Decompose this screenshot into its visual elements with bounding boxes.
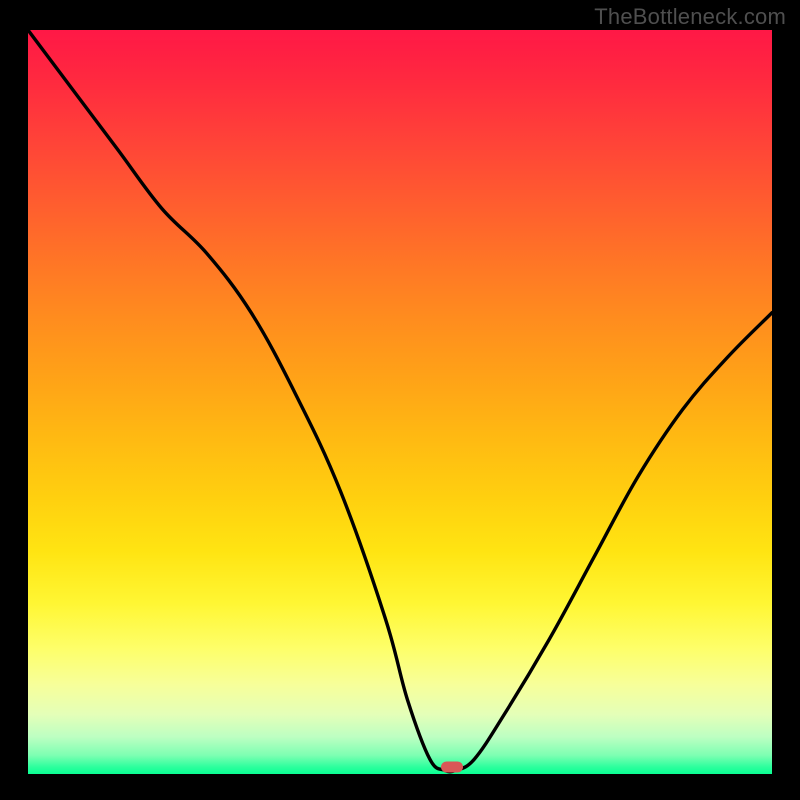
chart-frame: TheBottleneck.com [0, 0, 800, 800]
bottleneck-curve-path [28, 30, 772, 772]
watermark-text: TheBottleneck.com [594, 4, 786, 30]
optimum-marker [441, 761, 463, 772]
bottleneck-curve-svg [28, 30, 772, 774]
plot-area [28, 30, 772, 774]
